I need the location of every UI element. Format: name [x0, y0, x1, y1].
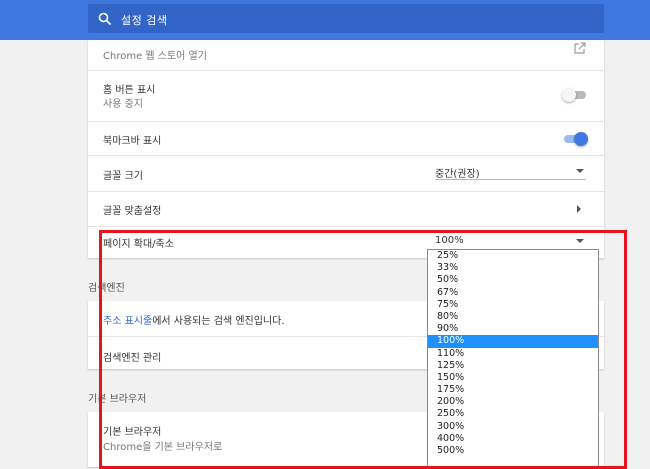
highlight-box: [99, 230, 627, 469]
chevron-right-icon: [577, 205, 581, 213]
appearance-card: Chrome 웹 스토어 열기 홈 버튼 표시 사용 중지 북마크바 표시 글꼴…: [88, 40, 604, 258]
font-size-select[interactable]: 중간(권장): [435, 165, 586, 180]
font-size-row: 글꼴 크기 중간(권장): [88, 155, 604, 192]
home-button-label: 홈 버튼 표시: [103, 85, 156, 96]
customize-fonts-row[interactable]: 글꼴 맞춤설정: [88, 191, 604, 227]
toggle-knob: [574, 132, 588, 146]
customize-fonts-label: 글꼴 맞춤설정: [103, 206, 162, 217]
toggle-knob: [562, 88, 576, 102]
font-size-label: 글꼴 크기: [103, 171, 143, 182]
home-button-toggle[interactable]: [562, 88, 586, 102]
bookmarks-bar-label: 북마크바 표시: [103, 136, 162, 147]
search-input[interactable]: 설정 검색: [121, 12, 167, 28]
home-button-row[interactable]: 홈 버튼 표시 사용 중지: [88, 70, 604, 112]
font-size-value: 중간(권장): [435, 169, 480, 180]
top-bar: 설정 검색: [0, 0, 650, 40]
select-underline: [435, 179, 586, 180]
home-button-sub: 사용 중지: [103, 99, 143, 110]
bookmarks-bar-row[interactable]: 북마크바 표시: [88, 121, 604, 156]
open-in-new-icon[interactable]: [574, 42, 586, 54]
bookmarks-bar-toggle[interactable]: [564, 132, 588, 146]
search-icon: [98, 12, 112, 26]
dropdown-arrow-icon: [576, 169, 584, 173]
search-box[interactable]: 설정 검색: [88, 4, 604, 33]
web-store-sub: Chrome 웹 스토어 열기: [103, 51, 207, 62]
web-store-row[interactable]: Chrome 웹 스토어 열기: [88, 40, 604, 70]
